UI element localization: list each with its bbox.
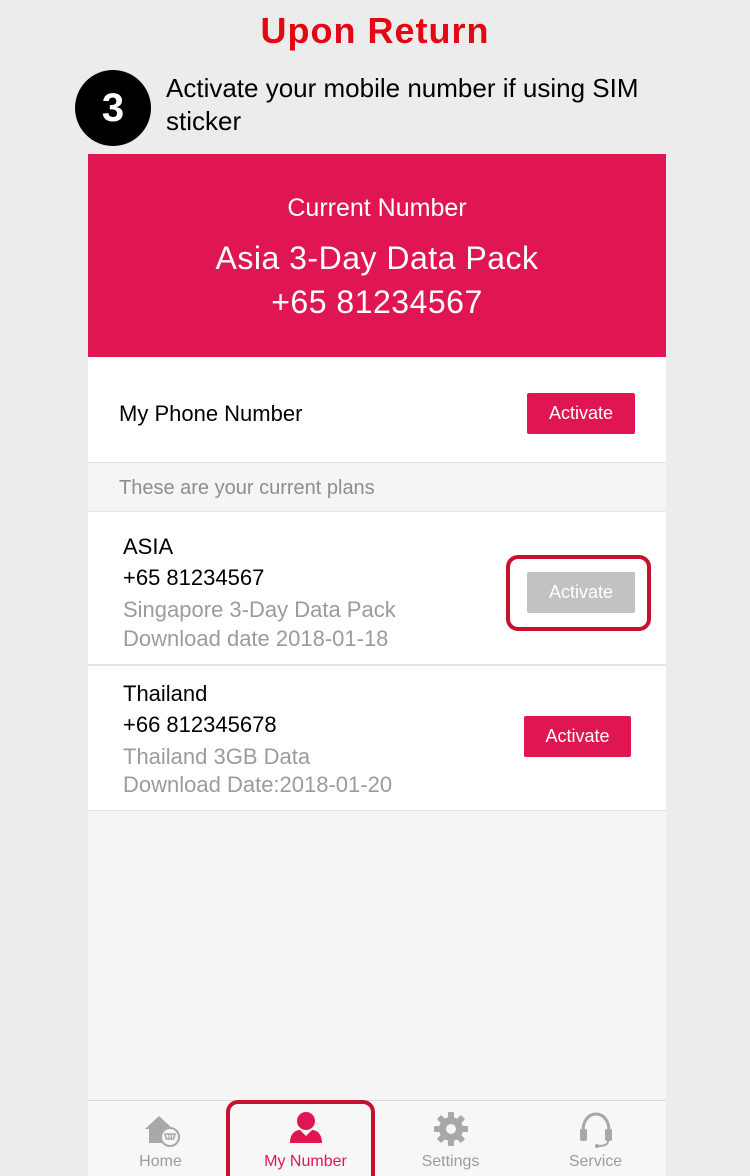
plans-caption: These are your current plans [119,477,375,499]
plan-activate-button[interactable]: Activate [527,572,635,613]
tab-settings[interactable]: Settings [378,1101,523,1176]
current-phone-number: +65 81234567 [271,284,483,320]
plan-download-date: Download Date:2018-01-20 [123,772,393,797]
plan-name: Thailand 3GB Data [123,744,311,769]
my-phone-number-label: My Phone Number [119,401,303,426]
tab-label: Home [139,1153,182,1170]
home-cart-icon [144,1116,180,1147]
plan-activate-button[interactable]: Activate [524,716,631,757]
step-number-badge: 3 [75,70,151,146]
plan-card-asia: ASIA +65 81234567 Singapore 3-Day Data P… [88,511,666,665]
my-phone-number-row: My Phone Number Activate [88,357,666,463]
current-number-banner: Current Number Asia 3-Day Data Pack +65 … [88,154,666,357]
plan-region: ASIA [123,534,174,559]
bottom-tab-bar: Home My Number Settings Service [88,1100,666,1176]
plan-download-date: Download date 2018-01-18 [123,626,389,651]
my-phone-activate-button[interactable]: Activate [527,393,635,434]
phone-screen: Current Number Asia 3-Day Data Pack +65 … [88,154,666,1176]
gear-icon [433,1112,468,1146]
plan-number: +65 81234567 [123,565,265,590]
plan-number: +66 812345678 [123,712,277,737]
tab-label: Service [568,1153,623,1170]
tab-home[interactable]: Home [88,1101,233,1176]
current-number-label: Current Number [287,194,467,222]
tab-highlight-box [226,1100,375,1176]
tab-label: Settings [421,1153,480,1170]
headset-icon [579,1112,612,1148]
step-instruction: Activate your mobile number if using SIM… [166,73,639,136]
plan-region: Thailand [123,681,208,706]
page-title: Upon Return [260,10,490,51]
plan-name: Singapore 3-Day Data Pack [123,597,396,622]
current-plan-name: Asia 3-Day Data Pack [215,240,539,276]
tab-service[interactable]: Service [523,1101,666,1176]
plan-card-thailand: Thailand +66 812345678 Thailand 3GB Data… [88,665,666,811]
